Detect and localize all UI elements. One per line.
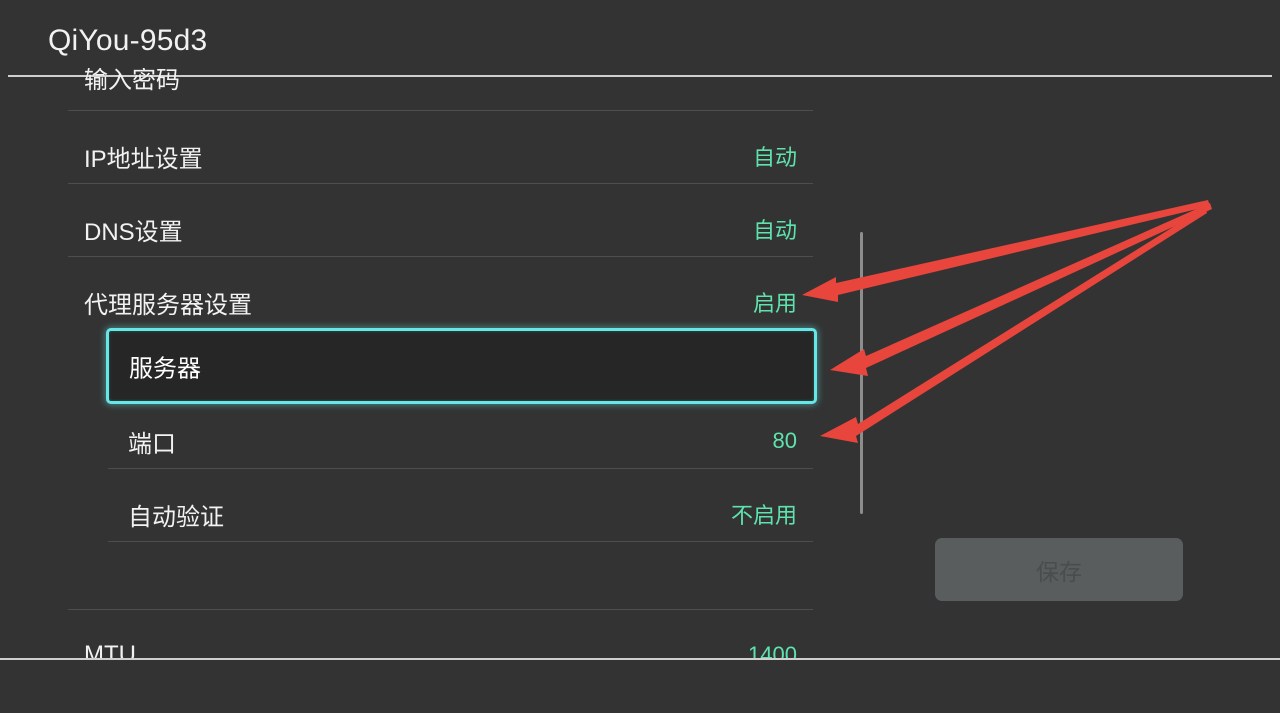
list-item-label: 自动验证 bbox=[128, 503, 224, 531]
list-item-value: 自动 bbox=[752, 218, 797, 243]
list-item-label: 代理服务器设置 bbox=[84, 291, 252, 319]
list-item-value: 80 bbox=[772, 428, 797, 453]
row-divider bbox=[68, 609, 813, 610]
list-item-port[interactable]: 端口 80 bbox=[0, 415, 880, 467]
row-divider bbox=[68, 183, 813, 184]
list-item-label: 服务器 bbox=[129, 355, 201, 383]
scrollbar[interactable] bbox=[860, 232, 863, 514]
row-divider bbox=[68, 256, 813, 257]
list-item-auto-auth[interactable]: 自动验证 不启用 bbox=[0, 488, 880, 540]
save-button[interactable]: 保存 bbox=[935, 538, 1183, 601]
list-item-value: 1400 bbox=[748, 642, 797, 658]
list-item-server-focused[interactable]: 服务器 bbox=[106, 328, 817, 404]
list-item-mtu[interactable]: MTU 1400 bbox=[0, 629, 880, 658]
list-item-proxy-settings[interactable]: 代理服务器设置 启用 bbox=[0, 276, 880, 328]
page-title: QiYou-95d3 bbox=[48, 24, 208, 57]
list-item-value: 启用 bbox=[752, 291, 797, 316]
list-item-label: DNS设置 bbox=[84, 218, 183, 246]
row-divider bbox=[108, 541, 813, 542]
list-item-label: IP地址设置 bbox=[84, 145, 203, 173]
annotation-arrow-server bbox=[830, 203, 1212, 376]
row-divider bbox=[68, 110, 813, 111]
footer-bar: B 返回 A 确定 bbox=[0, 660, 1280, 713]
list-item-label: MTU bbox=[84, 641, 136, 658]
save-button-label: 保存 bbox=[1036, 558, 1082, 585]
row-divider bbox=[108, 468, 813, 469]
list-item-label: 端口 bbox=[128, 430, 176, 458]
list-item-ip-address[interactable]: IP地址设置 自动 bbox=[0, 130, 880, 182]
list-item-value: 自动 bbox=[752, 145, 797, 170]
list-item-dns[interactable]: DNS设置 自动 bbox=[0, 203, 880, 255]
switch-network-settings-screen: QiYou-95d3 输入密码 IP地址设置 自动 DNS设置 自动 代理服务器… bbox=[0, 0, 1280, 713]
list-item-partial[interactable]: 输入密码 bbox=[0, 68, 880, 92]
list-item-label: 输入密码 bbox=[84, 68, 180, 92]
list-item-value: 不启用 bbox=[730, 503, 797, 528]
